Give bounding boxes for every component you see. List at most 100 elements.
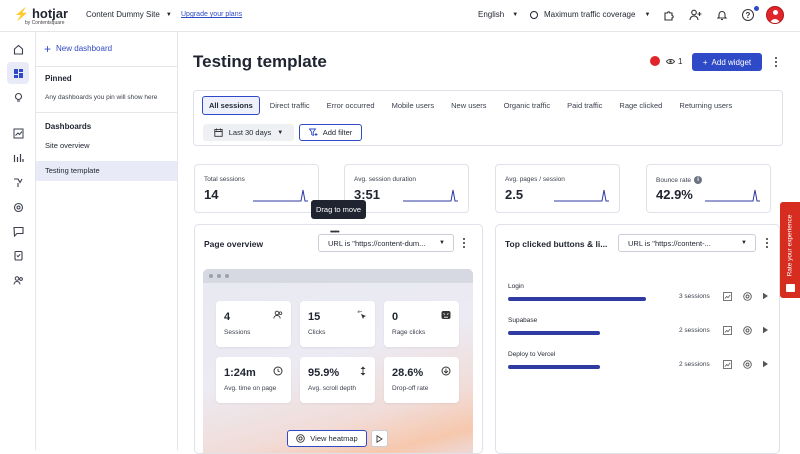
play-recordings-button[interactable] bbox=[371, 430, 388, 447]
click-row-label: Deploy to Vercel bbox=[508, 351, 556, 358]
trends-icon[interactable] bbox=[723, 326, 732, 337]
segment-tab-error-occurred[interactable]: Error occurred bbox=[320, 96, 382, 115]
dashboards-panel: + New dashboard Pinned Any dashboards yo… bbox=[36, 32, 178, 450]
help-icon[interactable]: ? bbox=[741, 8, 755, 22]
widget-title: Top clicked buttons & li... bbox=[505, 239, 608, 249]
segment-tabs: All sessions Direct traffic Error occurr… bbox=[202, 96, 742, 115]
play-icon[interactable] bbox=[762, 360, 769, 370]
avatar-head bbox=[772, 10, 778, 15]
click-row-login[interactable]: Login 3 sessions bbox=[505, 283, 779, 309]
play-icon[interactable] bbox=[762, 292, 769, 302]
hotjar-logo[interactable]: ⚡ hotjar by Contentsquare bbox=[14, 6, 68, 26]
heatmap-icon[interactable] bbox=[743, 292, 752, 303]
interviews-icon[interactable] bbox=[7, 269, 29, 291]
lightbulb-icon[interactable] bbox=[7, 86, 29, 108]
eye-icon bbox=[666, 58, 675, 64]
drop-off-icon bbox=[441, 366, 451, 378]
play-icon bbox=[376, 434, 383, 443]
segment-tab-mobile-users[interactable]: Mobile users bbox=[385, 96, 442, 115]
kpi-value: 42.9% bbox=[656, 187, 693, 202]
rate-your-experience-tab[interactable]: Rate your experience bbox=[780, 202, 800, 298]
upgrade-plans-link[interactable]: Upgrade your plans bbox=[181, 11, 242, 18]
dashboard-item-testing-template[interactable]: Testing template bbox=[36, 161, 177, 181]
trends-icon[interactable] bbox=[723, 360, 732, 371]
widget-title: Page overview bbox=[204, 239, 264, 249]
add-filter-label: Add filter bbox=[322, 128, 353, 137]
caret-down-icon: ▼ bbox=[644, 11, 651, 18]
feedback-icon[interactable] bbox=[7, 220, 29, 242]
url-filter-value: URL is "https://content-dum... bbox=[328, 238, 426, 248]
url-filter-select[interactable]: URL is "https://content-... ▼ bbox=[618, 234, 756, 252]
kpi-bounce-rate[interactable]: Bounce rate i 42.9% bbox=[646, 164, 771, 213]
trends-icon[interactable] bbox=[723, 292, 732, 303]
bell-icon[interactable] bbox=[715, 8, 729, 22]
stat-label: Avg. scroll depth bbox=[308, 385, 356, 392]
drag-handle[interactable]: •••••• bbox=[330, 229, 340, 236]
pinned-heading: Pinned bbox=[45, 74, 72, 83]
widget-menu-button[interactable] bbox=[762, 236, 772, 250]
language-selector[interactable]: English ▼ bbox=[478, 10, 518, 19]
page-overview-widget[interactable]: Page overview URL is "https://content-du… bbox=[194, 224, 483, 454]
view-heatmap-label: View heatmap bbox=[310, 434, 358, 443]
segment-tab-new-users[interactable]: New users bbox=[444, 96, 493, 115]
stat-card-sessions: 4 Sessions bbox=[216, 301, 291, 347]
viewer-count: 1 bbox=[678, 56, 683, 66]
segment-tab-direct-traffic[interactable]: Direct traffic bbox=[263, 96, 317, 115]
funnel-icon[interactable] bbox=[7, 171, 29, 193]
dashboard-item-site-overview[interactable]: Site overview bbox=[36, 136, 177, 156]
chart-icon[interactable] bbox=[7, 146, 29, 168]
stat-value: 1:24m bbox=[224, 367, 256, 379]
flame-icon: ⚡ bbox=[14, 6, 29, 21]
add-user-icon[interactable] bbox=[688, 8, 702, 22]
segment-tab-returning-users[interactable]: Returning users bbox=[672, 96, 739, 115]
trends-icon[interactable] bbox=[7, 122, 29, 144]
url-filter-select[interactable]: URL is "https://content-dum... ▼ bbox=[318, 234, 454, 252]
notification-dot bbox=[754, 6, 759, 11]
kpi-avg-pages-per-session[interactable]: Avg. pages / session 2.5 bbox=[495, 164, 620, 213]
click-row-deploy-to-vercel[interactable]: Deploy to Vercel 2 sessions bbox=[505, 351, 779, 377]
traffic-coverage-selector[interactable]: Maximum traffic coverage ▼ bbox=[530, 10, 650, 19]
puzzle-icon[interactable] bbox=[662, 8, 676, 22]
segment-tab-organic-traffic[interactable]: Organic traffic bbox=[497, 96, 558, 115]
click-row-count: 2 sessions bbox=[679, 327, 710, 334]
home-icon[interactable] bbox=[7, 38, 29, 60]
segment-tab-all-sessions[interactable]: All sessions bbox=[202, 96, 260, 115]
segment-tab-rage-clicked[interactable]: Rage clicked bbox=[612, 96, 669, 115]
kpi-label: Avg. session duration bbox=[354, 176, 417, 183]
browser-bar bbox=[203, 269, 473, 283]
caret-down-icon: ▼ bbox=[741, 240, 747, 246]
scroll-icon bbox=[359, 366, 367, 378]
heatmap-icon[interactable] bbox=[743, 360, 752, 371]
survey-icon[interactable] bbox=[7, 244, 29, 266]
caret-down-icon: ▼ bbox=[439, 240, 445, 246]
date-range-button[interactable]: Last 30 days ▼ bbox=[203, 124, 294, 141]
segment-tab-paid-traffic[interactable]: Paid traffic bbox=[560, 96, 609, 115]
recordings-icon[interactable] bbox=[7, 196, 29, 218]
site-selector[interactable]: Content Dummy Site ▼ bbox=[86, 10, 172, 19]
play-icon[interactable] bbox=[762, 326, 769, 336]
viewers[interactable]: 1 bbox=[650, 56, 682, 66]
stat-card-clicks: 15 Clicks bbox=[300, 301, 375, 347]
heatmap-icon[interactable] bbox=[743, 326, 752, 337]
click-row-supabase[interactable]: Supabase 2 sessions bbox=[505, 317, 779, 343]
new-dashboard-button[interactable]: + New dashboard bbox=[44, 43, 113, 55]
view-heatmap-button[interactable]: View heatmap bbox=[287, 430, 367, 447]
widget-menu-button[interactable] bbox=[459, 236, 469, 250]
coverage-label: Maximum traffic coverage bbox=[544, 10, 636, 19]
users-icon bbox=[273, 310, 283, 321]
stat-card-avg-time-on-page: 1:24m Avg. time on page bbox=[216, 357, 291, 403]
dashboard-menu-button[interactable] bbox=[771, 55, 781, 69]
kpi-total-sessions[interactable]: Total sessions 14 bbox=[194, 164, 319, 213]
add-widget-button[interactable]: + Add widget bbox=[692, 53, 762, 71]
stat-value: 4 bbox=[224, 311, 231, 323]
kpi-value: 14 bbox=[204, 187, 219, 202]
dashboard-icon[interactable] bbox=[7, 62, 29, 84]
stat-value: 15 bbox=[308, 311, 321, 323]
info-icon[interactable]: i bbox=[694, 176, 703, 184]
new-dashboard-label: New dashboard bbox=[56, 44, 113, 53]
site-name: Content Dummy Site bbox=[86, 10, 160, 19]
user-avatar[interactable] bbox=[766, 6, 784, 24]
stat-label: Sessions bbox=[224, 329, 251, 336]
add-filter-button[interactable]: Add filter bbox=[299, 124, 362, 141]
top-clicked-widget[interactable]: Top clicked buttons & li... URL is "http… bbox=[495, 224, 780, 454]
